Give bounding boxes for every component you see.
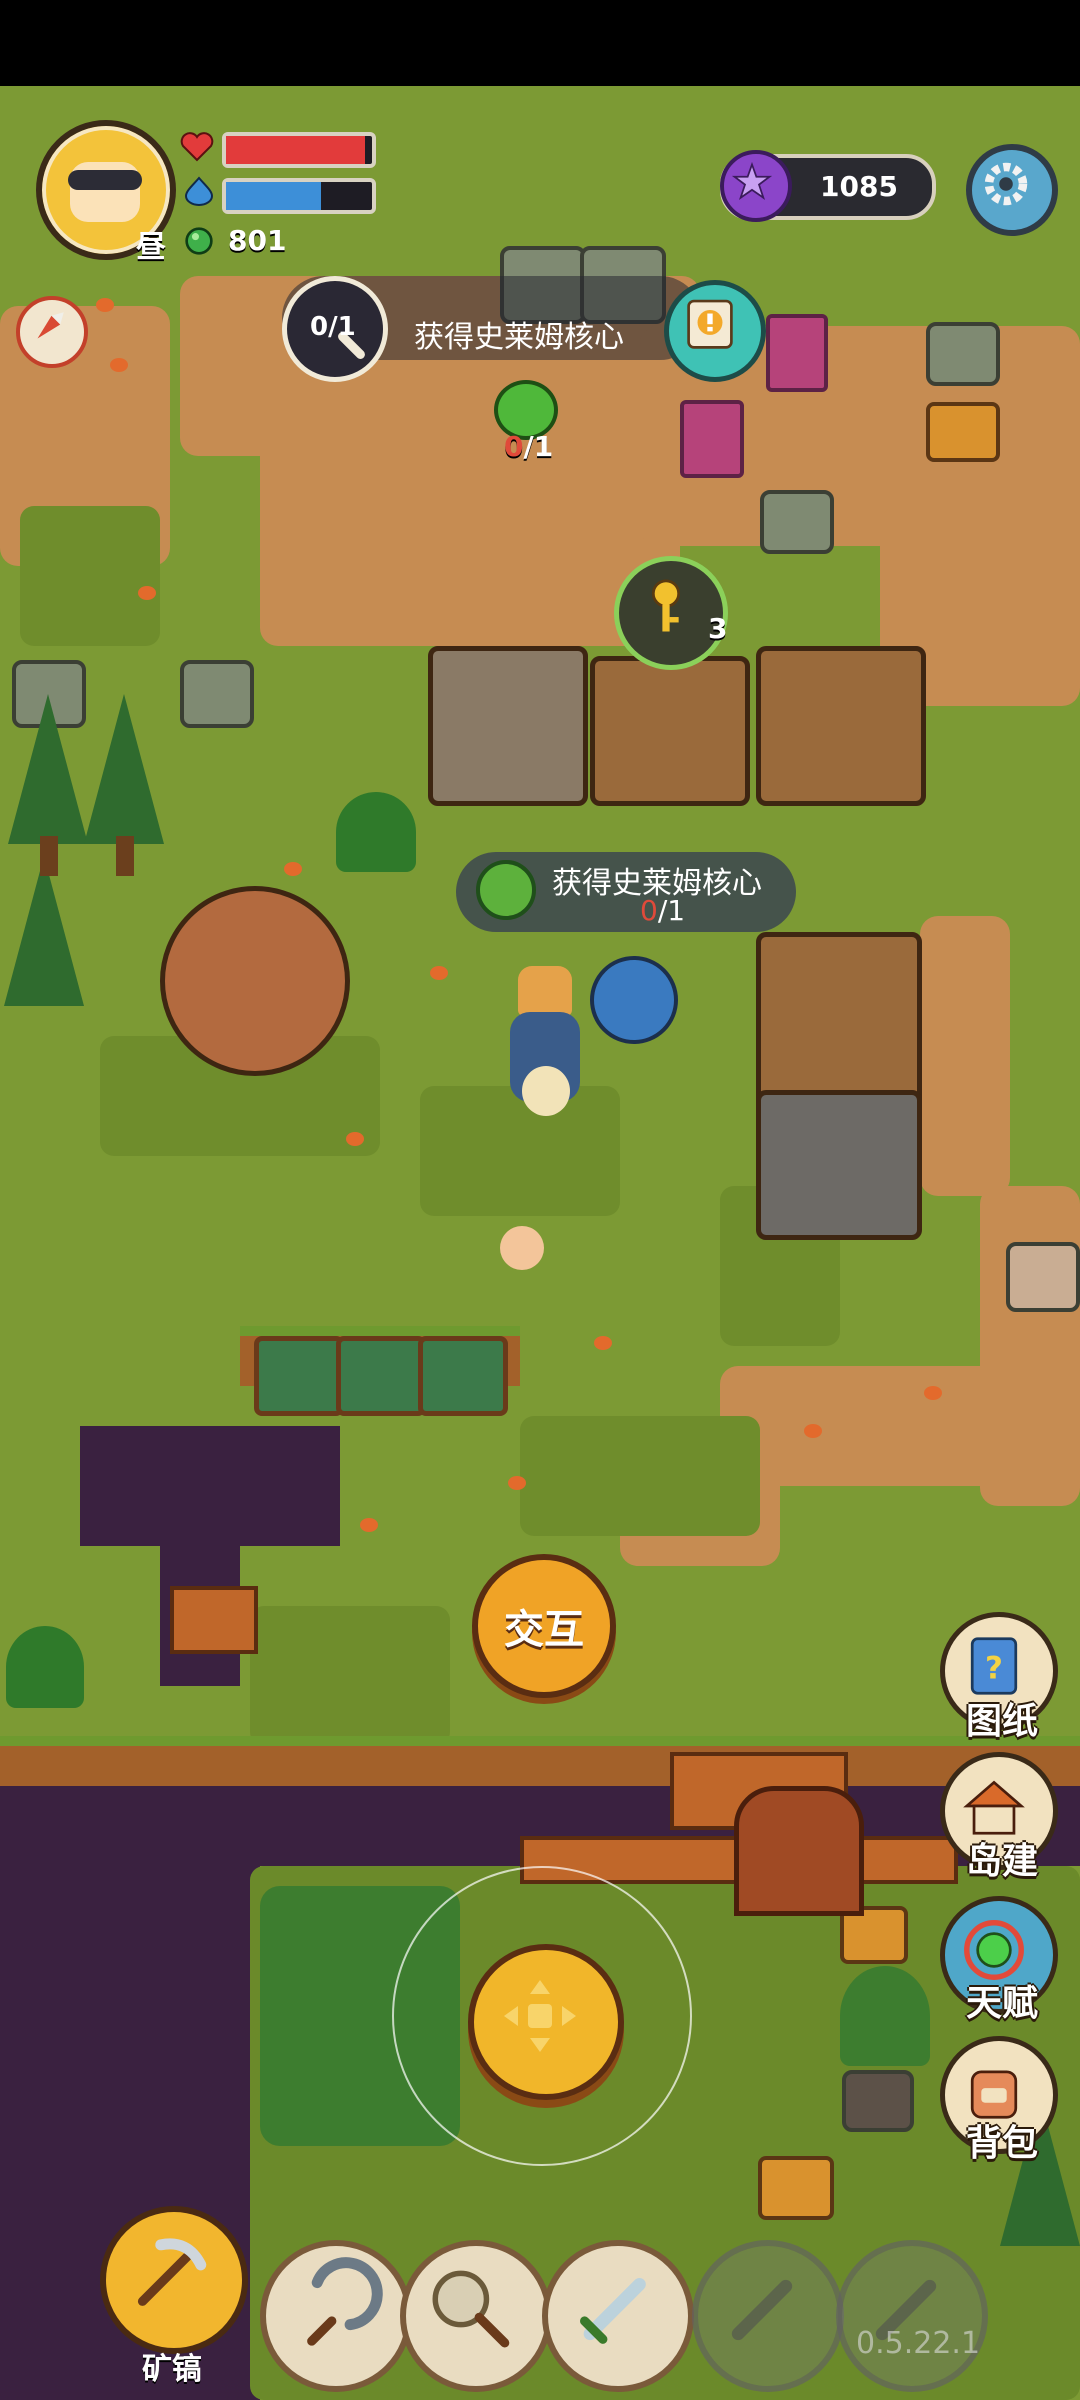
island-build-label: 岛建	[965, 1841, 1038, 1882]
heart-icon	[180, 132, 214, 162]
exclamation-note-icon	[687, 299, 733, 349]
rocket-icon	[37, 312, 64, 339]
tool-slot-locked-1[interactable]	[692, 2240, 844, 2392]
gem-count: 801	[228, 224, 287, 257]
svg-text:?: ?	[985, 1651, 1003, 1687]
sword-icon	[580, 2278, 646, 2344]
dpad-arrows-icon	[504, 1980, 576, 2052]
gear-icon	[984, 162, 1028, 206]
resource-progress: 0/1	[504, 430, 554, 463]
health-bar-fill	[226, 136, 365, 164]
mana-bar-fill	[226, 182, 321, 210]
talent-label: 天赋	[965, 1983, 1038, 2024]
purple-star-coin-icon	[720, 150, 792, 222]
quest-hint-button[interactable]	[664, 280, 766, 382]
tool-slot-sword[interactable]	[542, 2240, 694, 2392]
quest-objective: 获得史莱姆核心	[414, 320, 624, 355]
time-of-day-label: 昼	[136, 230, 166, 265]
health-bar	[222, 132, 376, 168]
rocket-boost-button[interactable]	[16, 296, 88, 368]
locked-tool-icon	[731, 2279, 793, 2341]
bug-net-icon	[432, 2270, 510, 2348]
gate[interactable]	[734, 1786, 864, 1916]
player-character	[500, 966, 590, 1136]
key-icon	[651, 579, 681, 632]
key-count: 3	[708, 612, 728, 645]
interact-button[interactable]: 交互	[472, 1554, 616, 1698]
tool-slot-locked-2[interactable]	[836, 2240, 988, 2392]
green-gem-icon	[185, 227, 213, 255]
pickaxe-icon	[137, 2238, 207, 2306]
pickaxe-label: 矿镐	[142, 2352, 202, 2387]
quest-progress: 0/1	[310, 312, 356, 342]
sickle-icon	[307, 2257, 383, 2346]
clover-resource-icon	[476, 860, 536, 920]
tool-slot-pickaxe[interactable]	[100, 2206, 248, 2354]
companion-slime	[590, 956, 678, 1044]
goggles-icon	[68, 170, 142, 190]
version-label: 0.5.22.1	[856, 2326, 981, 2361]
currency-value: 1085	[820, 170, 898, 203]
tool-slot-sickle[interactable]	[260, 2240, 412, 2392]
backpack-label: 背包	[965, 2123, 1038, 2164]
blueprint-label: 图纸	[965, 1701, 1038, 1742]
mana-bar	[222, 178, 376, 214]
tooltip-progress: 0/1	[640, 894, 686, 927]
settings-button[interactable]	[966, 144, 1058, 236]
mana-icon	[184, 176, 214, 206]
tool-slot-bug-net[interactable]	[400, 2240, 552, 2392]
fairy-companion	[500, 1226, 544, 1270]
